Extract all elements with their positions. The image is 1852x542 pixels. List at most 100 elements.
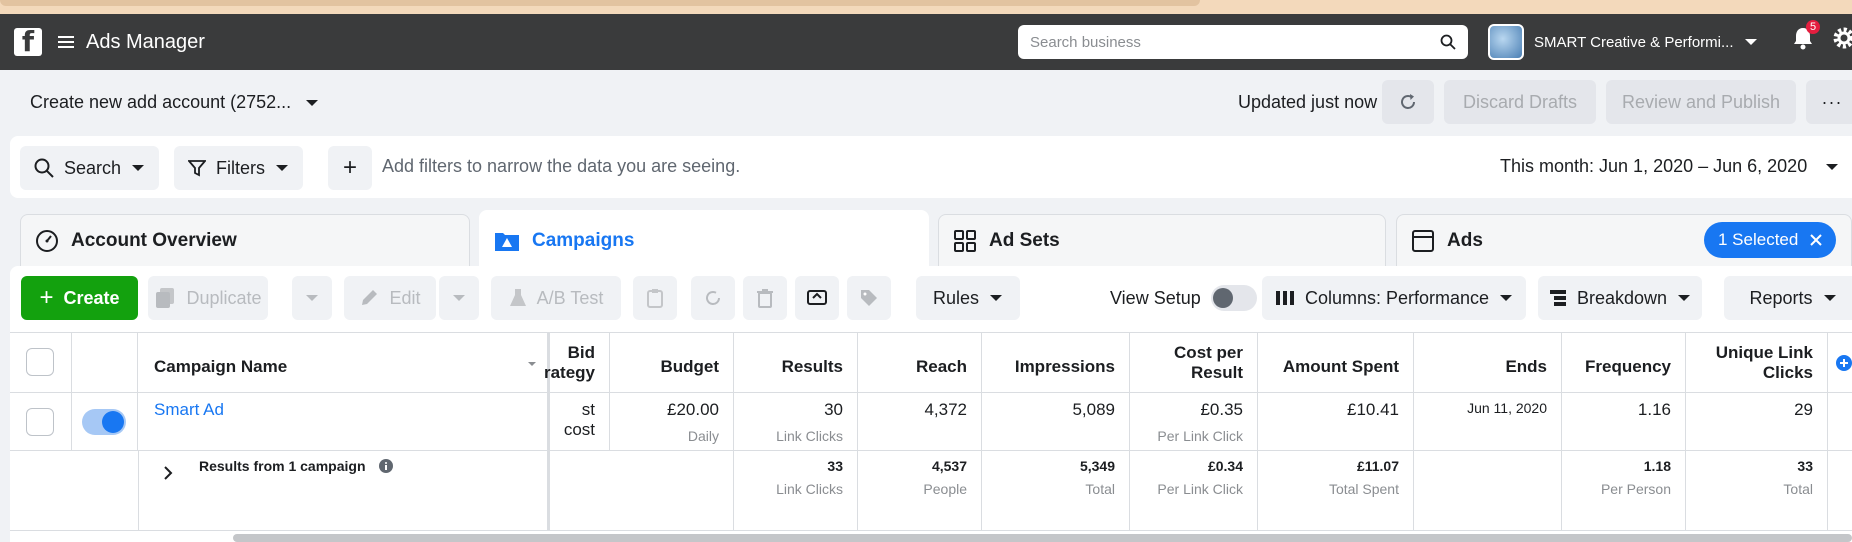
bid-strategy-cell: st cost: [550, 393, 610, 451]
filter-hint[interactable]: Add filters to narrow the data you are s…: [382, 156, 740, 177]
create-button[interactable]: + Create: [21, 276, 138, 320]
clipboard-icon: [647, 289, 663, 308]
header-results[interactable]: Results: [734, 333, 858, 393]
row-checkbox[interactable]: [26, 408, 54, 436]
totals-ends-cell: [1414, 451, 1562, 531]
selected-count-pill[interactable]: 1 Selected: [1704, 222, 1837, 258]
header-frequency[interactable]: Frequency: [1562, 333, 1686, 393]
plus-circle-icon: [1836, 354, 1852, 371]
header-reach[interactable]: Reach: [858, 333, 982, 393]
date-range-picker[interactable]: This month: Jun 1, 2020 – Jun 6, 2020: [1500, 156, 1839, 177]
search-filter-button[interactable]: Search: [20, 146, 160, 190]
business-account-switcher[interactable]: SMART Creative & Performi...: [1488, 22, 1758, 62]
plus-icon: +: [39, 284, 54, 311]
totals-cost-per-result-cell: £0.34 Per Link Click: [1130, 451, 1258, 531]
refresh-button[interactable]: [1382, 80, 1434, 124]
chevron-down-icon: [306, 99, 319, 106]
duplicate-button[interactable]: Duplicate: [148, 276, 268, 320]
totals-frequency-cell: 1.18 Per Person: [1562, 451, 1686, 531]
budget-cell[interactable]: £20.00 Daily: [610, 393, 734, 451]
ab-test-label: A/B Test: [536, 287, 604, 308]
notifications-button[interactable]: 5: [1792, 20, 1821, 50]
results-value: 30: [824, 400, 843, 419]
header-budget[interactable]: Budget: [610, 333, 734, 393]
close-icon[interactable]: [1810, 234, 1823, 246]
chevron-down-icon: [990, 295, 1003, 301]
edit-dropdown-button[interactable]: [439, 276, 479, 320]
tab-account-overview[interactable]: Account Overview: [20, 214, 470, 266]
campaign-on-off-toggle[interactable]: [82, 409, 126, 435]
totals-frequency-value: 1.18: [1643, 458, 1671, 474]
cost-per-result-header-line-1: Cost per: [1174, 342, 1243, 362]
search-icon: [34, 158, 54, 178]
impressions-value: 5,089: [1072, 400, 1115, 419]
totals-unique-link-clicks-cell: 33 Total: [1686, 451, 1828, 531]
view-setup-control[interactable]: View Setup: [1110, 276, 1270, 320]
search-filter-label: Search: [64, 157, 122, 178]
row-toggle-cell: [72, 393, 138, 451]
header-bid-strategy[interactable]: Bid rategy: [544, 333, 610, 393]
ad-account-selector[interactable]: Create new add account (2752...: [30, 92, 319, 113]
reports-button[interactable]: Reports: [1724, 276, 1852, 320]
tag-icon: [861, 290, 877, 306]
edit-label: Edit: [389, 287, 421, 308]
tag-button[interactable]: [847, 276, 891, 320]
ad-window-icon: [1412, 229, 1434, 252]
header-campaign-name[interactable]: Campaign Name: [138, 333, 550, 393]
more-options-button[interactable]: ···: [1806, 80, 1852, 124]
clipboard-button[interactable]: [633, 276, 677, 320]
totals-cost-per-result-sub: Per Link Click: [1157, 481, 1243, 497]
ab-test-button[interactable]: A/B Test: [491, 276, 621, 320]
columns-icon: [1275, 291, 1294, 305]
breakdown-button[interactable]: Breakdown: [1538, 276, 1702, 320]
export-button[interactable]: [795, 276, 839, 320]
duplicate-dropdown-button[interactable]: [292, 276, 332, 320]
pencil-icon: [362, 290, 378, 305]
chevron-right-icon[interactable]: [163, 466, 173, 480]
filter-bar: Search Filters + Add filters to narrow t…: [10, 136, 1852, 198]
grid-icon: [954, 229, 976, 252]
campaign-name-link[interactable]: Smart Ad: [154, 400, 224, 420]
notification-badge: 5: [1806, 20, 1821, 34]
tab-campaigns[interactable]: Campaigns: [479, 210, 929, 270]
frequency-cell: 1.16: [1562, 393, 1686, 451]
facebook-logo-icon[interactable]: f: [14, 28, 42, 56]
unique-link-clicks-value: 29: [1794, 400, 1813, 419]
budget-value: £20.00: [667, 400, 719, 419]
info-icon[interactable]: [379, 459, 393, 473]
columns-button[interactable]: Columns: Performance: [1262, 276, 1526, 320]
header-unique-link-clicks[interactable]: Unique Link Clicks: [1686, 333, 1828, 393]
view-setup-label: View Setup: [1110, 287, 1201, 308]
totals-empty-cell: [550, 451, 734, 531]
horizontal-scrollbar[interactable]: [233, 534, 1852, 542]
menu-icon[interactable]: [58, 33, 74, 51]
export-icon: [807, 290, 827, 305]
settings-button[interactable]: [1832, 26, 1852, 50]
select-all-checkbox[interactable]: [26, 348, 54, 376]
table-row[interactable]: Smart Ad st cost £20.00 Daily 30 Link Cl…: [10, 393, 1852, 451]
header-amount-spent[interactable]: Amount Spent: [1258, 333, 1414, 393]
refresh-icon: [1401, 94, 1415, 109]
search-business-input[interactable]: [1030, 33, 1440, 51]
totals-label-cell: Results from 1 campaign: [138, 451, 550, 531]
edit-button[interactable]: Edit: [344, 276, 436, 320]
delete-button[interactable]: [743, 276, 787, 320]
add-column-button[interactable]: [1828, 333, 1852, 393]
chevron-down-icon: [1823, 295, 1836, 301]
totals-cost-per-result-value: £0.34: [1207, 458, 1243, 474]
review-and-publish-button[interactable]: Review and Publish: [1606, 80, 1796, 124]
totals-reach-cell: 4,537 People: [858, 451, 982, 531]
header-impressions[interactable]: Impressions: [982, 333, 1130, 393]
header-ends[interactable]: Ends: [1414, 333, 1562, 393]
tab-ad-sets[interactable]: Ad Sets: [938, 214, 1386, 266]
rules-button[interactable]: Rules: [916, 276, 1020, 320]
view-setup-toggle[interactable]: [1210, 285, 1257, 311]
revert-button[interactable]: [691, 276, 735, 320]
campaign-folder-icon: [495, 232, 519, 251]
filters-button[interactable]: Filters: [174, 146, 303, 190]
add-filter-button[interactable]: +: [328, 146, 372, 190]
chevron-down-icon: [276, 165, 288, 171]
header-cost-per-result[interactable]: Cost per Result: [1130, 333, 1258, 393]
discard-drafts-button[interactable]: Discard Drafts: [1444, 80, 1596, 124]
search-business-box[interactable]: [1018, 25, 1468, 59]
